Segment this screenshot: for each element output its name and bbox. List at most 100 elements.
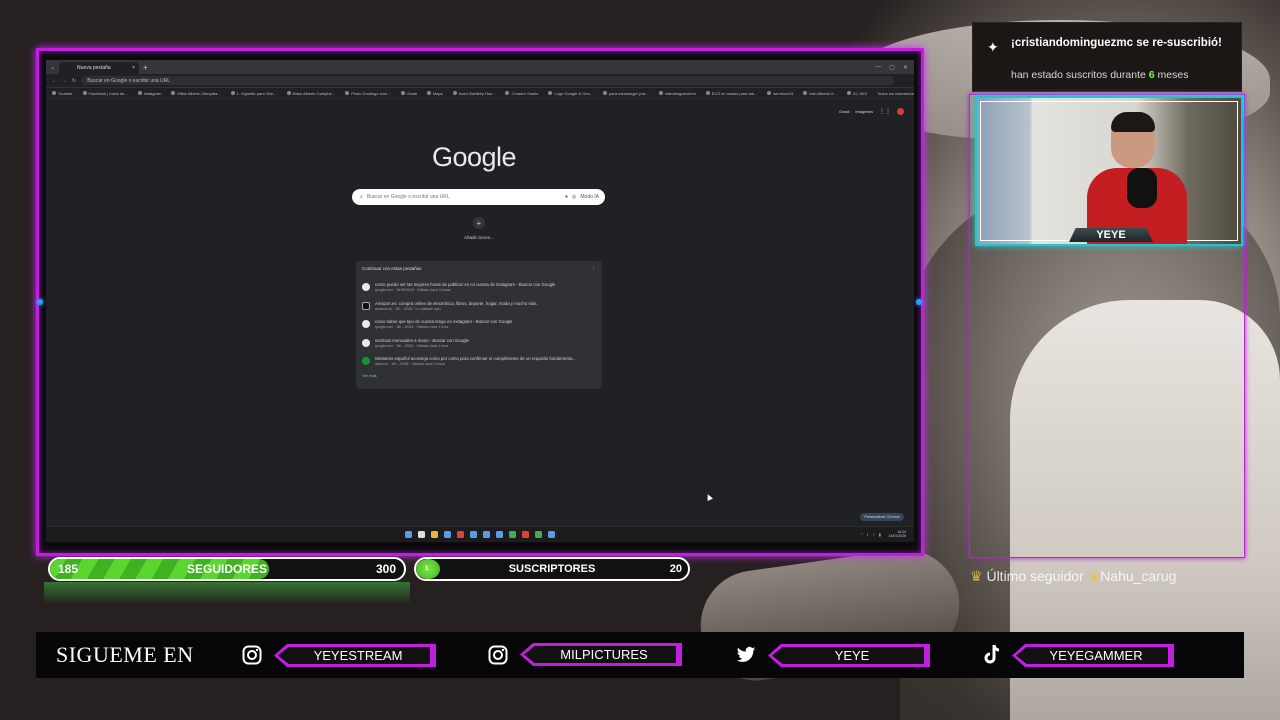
history-item[interactable]: Ministerio español aconseja como por com… xyxy=(362,352,596,371)
social-pill-3[interactable]: YEYE xyxy=(768,644,930,667)
taskbar-clock[interactable]: 14:24 14/01/2026 xyxy=(888,530,906,538)
bookmark-item[interactable]: Milan Alberto Zampala... xyxy=(171,91,221,96)
system-tray-icons[interactable]: ⌃◐⌔▮ xyxy=(860,532,884,538)
address-bar[interactable]: Buscar en Google o escribir una URL xyxy=(81,76,894,85)
history-item[interactable]: sonrisas mensuales a mano - Buscar con G… xyxy=(362,334,596,353)
plus-icon: + xyxy=(472,217,485,229)
bookmark-item[interactable]: Logo Google & Goo... xyxy=(548,91,593,96)
premiere-icon[interactable] xyxy=(470,531,477,538)
bookmark-favicon-icon xyxy=(171,91,176,95)
apps-grid-icon[interactable]: ⋮⋮ xyxy=(879,108,891,115)
social-handle-2: MILPICTURES xyxy=(524,646,676,663)
minimize-icon[interactable]: — xyxy=(875,64,881,71)
file-explorer-icon[interactable] xyxy=(431,531,438,538)
bookmark-item[interactable]: DJ, MCl xyxy=(846,91,867,96)
images-link[interactable]: Imágenes xyxy=(855,109,873,114)
history-item[interactable]: como puedo ver las mejores horas de publ… xyxy=(362,278,596,297)
taskbar-search-icon[interactable] xyxy=(418,531,425,538)
bookmark-item[interactable]: Actor Bartleby Hus... xyxy=(452,91,495,96)
bookmark-favicon-icon xyxy=(345,91,350,95)
subscription-alert: ✦ ¡cristiandominguezmc se re-suscribió! … xyxy=(972,22,1242,92)
app-icon[interactable] xyxy=(522,531,529,538)
social-pill-1[interactable]: YEYESTREAM xyxy=(274,644,436,667)
camera-lens-icon[interactable]: ◎ xyxy=(572,194,576,200)
all-bookmarks-link[interactable]: Todos los marcadores xyxy=(877,91,914,96)
bookmark-item[interactable]: servicios19 xyxy=(767,91,793,96)
bookmark-item[interactable]: Gmail xyxy=(400,91,417,96)
bookmark-item[interactable]: Creador Studio xyxy=(505,91,538,96)
spotify-icon[interactable] xyxy=(535,531,542,538)
ai-mode-chip[interactable]: Modo IA xyxy=(580,194,599,200)
bookmark-favicon-icon xyxy=(505,91,510,95)
search-placeholder: Buscar en Google o escribir una URL xyxy=(366,194,450,200)
reload-icon[interactable]: ↻ xyxy=(72,78,76,84)
bookmark-item[interactable]: elamarsgaenenm xyxy=(658,91,696,96)
close-tab-icon[interactable]: × xyxy=(132,65,135,71)
mouse-cursor-icon xyxy=(705,493,713,501)
subs-label: SUSCRIPTORES xyxy=(508,563,596,575)
history-title: Ministerio español aconseja como por com… xyxy=(375,356,576,362)
history-title: como puedo ver las mejores horas de publ… xyxy=(375,282,556,288)
followers-goal-bar: 185 SEGUIDORES 300 xyxy=(48,557,406,581)
tiktok-icon[interactable] xyxy=(981,644,1001,665)
goal-glow xyxy=(44,582,410,604)
social-pill-4[interactable]: YEYEGAMMER xyxy=(1012,644,1174,667)
bookmark-favicon-icon xyxy=(548,91,553,95)
bookmark-item[interactable]: Photo Duolingo Icon... xyxy=(345,91,391,96)
google-search-box[interactable]: ⌕ Buscar en Google o escribir una URL ● … xyxy=(352,189,605,205)
close-window-icon[interactable]: ✕ xyxy=(903,64,908,71)
subs-goal-bar: 1 SUSCRIPTORES 20 xyxy=(414,557,690,581)
bookmark-item[interactable]: para messenger pos... xyxy=(603,91,649,96)
site-favicon-icon xyxy=(362,283,370,292)
gmail-link[interactable]: Gmail xyxy=(839,109,849,114)
history-item[interactable]: como saber que tipo de cuenta tengo en i… xyxy=(362,315,596,334)
obs-icon[interactable] xyxy=(509,531,516,538)
see-more-link[interactable]: Ver más xyxy=(362,373,596,378)
bookmark-favicon-icon xyxy=(82,91,87,95)
avatar[interactable] xyxy=(897,108,904,115)
history-item[interactable]: Amazon.es: compra online de electrónica,… xyxy=(362,297,596,316)
bookmark-item[interactable]: Youtube xyxy=(52,91,73,96)
bookmark-label: Instagram xyxy=(143,90,162,96)
microphone-icon[interactable]: ● xyxy=(565,194,568,200)
more-options-icon[interactable]: ⋮ xyxy=(592,266,597,272)
customize-chrome-button[interactable]: Personalizar Chrome xyxy=(860,513,904,521)
instagram-icon[interactable] xyxy=(488,645,508,665)
microphone xyxy=(1127,168,1157,208)
maximize-icon[interactable]: ▢ xyxy=(889,64,895,71)
word-icon[interactable] xyxy=(548,531,555,538)
frame-left-dot xyxy=(37,299,43,305)
back-icon[interactable]: ← xyxy=(52,78,57,84)
clock-date: 14/01/2026 xyxy=(888,534,906,538)
social-bar: SIGUEME EN YEYESTREAM MILPICTURES YEYE Y… xyxy=(36,632,1244,678)
windows-start-icon[interactable] xyxy=(405,531,412,538)
social-pill-2[interactable]: MILPICTURES xyxy=(520,643,682,666)
bookmark-item[interactable]: Instagram xyxy=(137,90,162,96)
bookmark-item[interactable]: Maps xyxy=(427,91,443,96)
photoshop-icon[interactable] xyxy=(444,531,451,538)
bookmark-item[interactable]: ECS en ocasio para tak... xyxy=(705,91,757,96)
bookmark-item[interactable]: Iván Alberto Il... xyxy=(803,91,837,96)
bookmark-label: Creador Studio xyxy=(511,90,539,96)
bookmark-item[interactable]: Facebook | Inicio de... xyxy=(82,91,128,96)
tab-search-icon[interactable]: ⌄ xyxy=(50,64,55,71)
after-effects-icon[interactable] xyxy=(483,531,490,538)
add-shortcut[interactable]: + Añadir acces... xyxy=(464,217,494,240)
new-tab-icon[interactable]: + xyxy=(143,63,148,72)
twitter-icon[interactable] xyxy=(736,645,756,665)
history-text: como saber que tipo de cuenta tengo en i… xyxy=(375,319,512,329)
browser-tab[interactable]: Nueva pestaña × xyxy=(59,62,140,74)
chrome-icon[interactable] xyxy=(457,531,464,538)
bookmark-label: Maps xyxy=(433,90,443,96)
forward-icon[interactable]: → xyxy=(62,78,67,84)
alert-prefix: han estado suscritos durante xyxy=(1011,69,1146,81)
bookmark-item[interactable]: 1. Vignette para Stre... xyxy=(230,91,277,96)
instagram-icon[interactable] xyxy=(242,645,262,665)
social-handle-1: YEYESTREAM xyxy=(278,647,430,664)
sparkle-icon: ✦ xyxy=(987,39,999,55)
subs-target: 20 xyxy=(669,563,682,575)
lightroom-icon[interactable] xyxy=(496,531,503,538)
bookmark-label: Iván Alberto Il... xyxy=(809,90,837,96)
bookmark-favicon-icon xyxy=(52,91,56,95)
bookmark-item[interactable]: Milan Alberto Campbe... xyxy=(286,91,335,96)
